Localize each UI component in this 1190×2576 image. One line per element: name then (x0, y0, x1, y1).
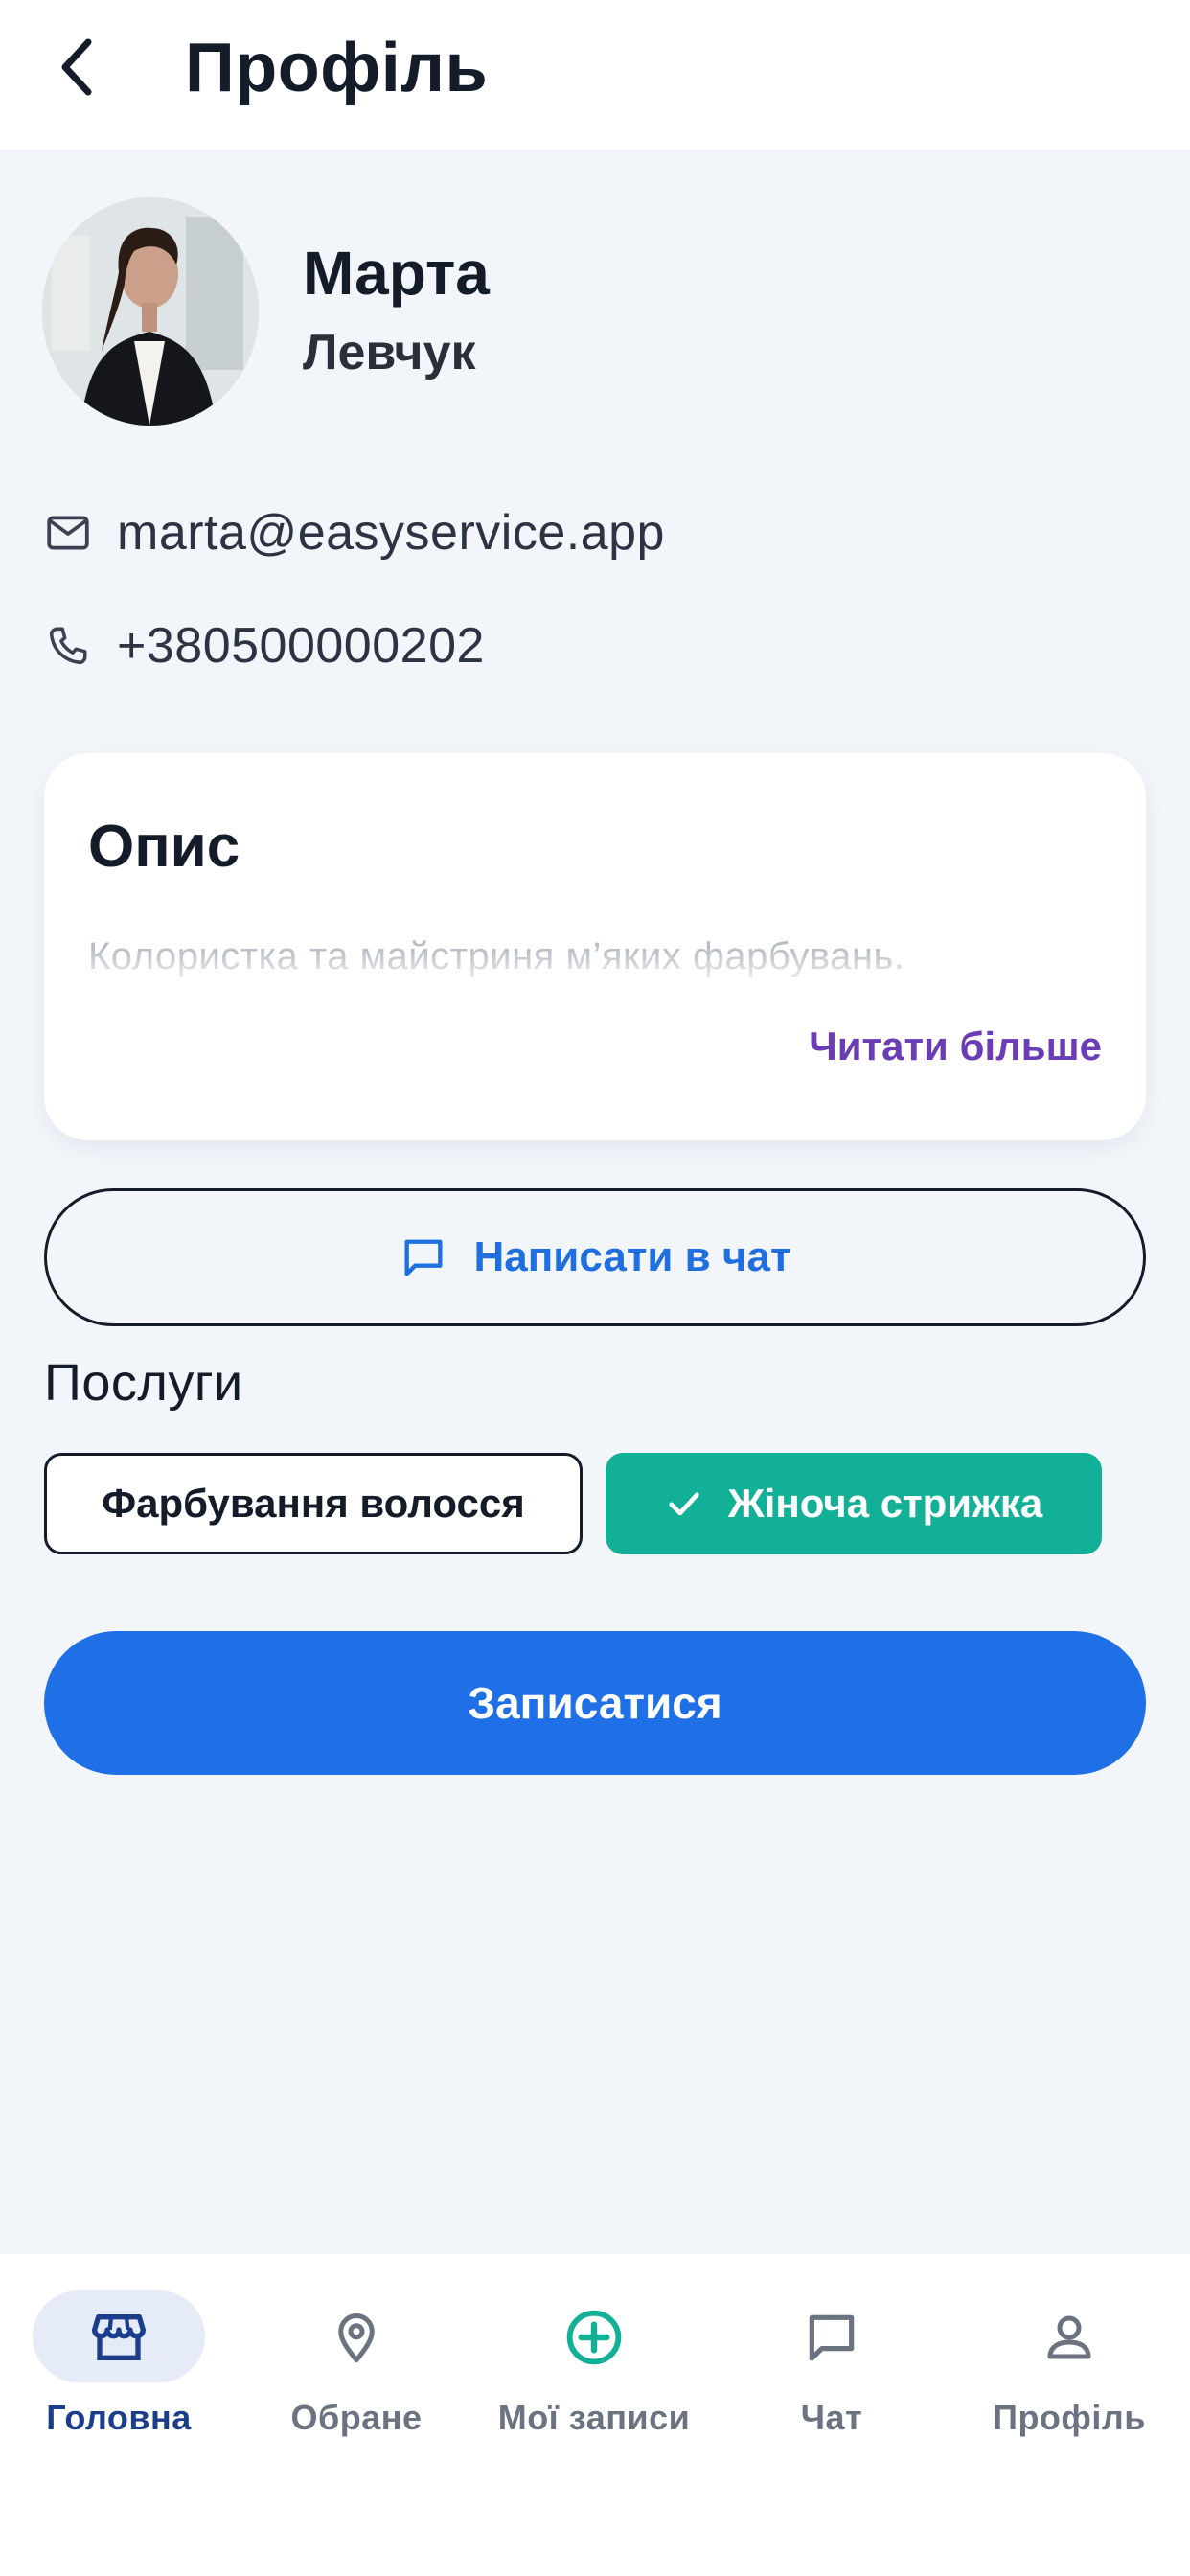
page-title: Профіль (185, 30, 489, 106)
email-text: marta@easyservice.app (117, 505, 665, 561)
add-circle-icon (566, 2310, 622, 2365)
nav-label-home: Головна (46, 2398, 192, 2437)
location-pin-icon (338, 2313, 375, 2363)
chat-bubble-icon (404, 1239, 443, 1276)
email-row[interactable]: marta@easyservice.app (44, 504, 665, 562)
check-icon (669, 1492, 699, 1516)
avatar (42, 197, 259, 426)
nav-item-my-bookings[interactable]: Мої записи (475, 2254, 713, 2446)
service-chip-womens-haircut[interactable]: Жіноча стрижка (606, 1453, 1102, 1554)
chevron-left-icon (61, 38, 92, 96)
nav-item-favorites[interactable]: Обране (238, 2254, 475, 2446)
nav-item-chat[interactable]: Чат (713, 2254, 950, 2446)
profile-first-name: Марта (303, 239, 490, 308)
service-chip-hair-coloring[interactable]: Фарбування волосся (44, 1453, 583, 1554)
nav-label-favorites: Обране (290, 2398, 423, 2437)
profile-last-name: Левчук (303, 325, 476, 380)
description-text: Колористка та майстриня м’яких фарбувань… (88, 935, 905, 978)
chat-bubble-icon (809, 2314, 855, 2361)
service-chip-label: Жіноча стрижка (727, 1481, 1043, 1526)
services-title: Послуги (44, 1354, 243, 1412)
write-chat-label: Написати в чат (473, 1233, 791, 1280)
top-app-bar: Профіль (0, 0, 1190, 150)
phone-row[interactable]: +380500000202 (44, 617, 485, 675)
nav-label-profile: Профіль (993, 2398, 1146, 2437)
description-title: Опис (88, 814, 240, 880)
service-chip-label: Фарбування волосся (102, 1481, 525, 1526)
storefront-icon (92, 2314, 146, 2360)
person-icon (1047, 2315, 1091, 2359)
mail-icon (47, 516, 89, 550)
book-appointment-button[interactable]: Записатися (44, 1631, 1146, 1775)
avatar-photo (42, 197, 259, 426)
write-chat-button[interactable]: Написати в чат (44, 1188, 1146, 1326)
read-more-link[interactable]: Читати більше (809, 1024, 1102, 1070)
phone-text: +380500000202 (117, 618, 485, 674)
nav-label-chat: Чат (800, 2398, 863, 2437)
nav-item-profile[interactable]: Профіль (950, 2254, 1188, 2446)
nav-item-home[interactable]: Головна (0, 2254, 238, 2446)
back-button[interactable] (42, 33, 111, 102)
phone-icon (49, 627, 87, 665)
description-card: Опис Колористка та майстриня м’яких фарб… (44, 753, 1146, 1140)
nav-label-my-bookings: Мої записи (497, 2398, 691, 2437)
bottom-navigation: Головна Обране Мої записи Чат Профіль (0, 2254, 1190, 2576)
